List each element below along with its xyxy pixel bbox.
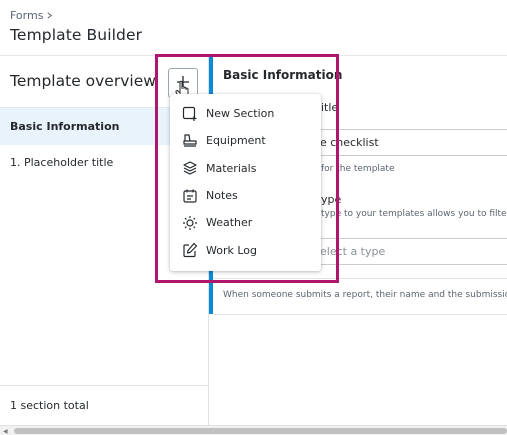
menu-item-notes[interactable]: Notes <box>170 182 321 209</box>
menu-item-weather[interactable]: Weather <box>170 209 321 236</box>
title-help-text: for the template <box>321 164 395 174</box>
section-divider <box>213 278 507 279</box>
type-field-label: ype <box>321 193 342 206</box>
weather-icon <box>182 215 198 231</box>
type-help-text: type to your templates allows you to fil… <box>321 209 507 219</box>
scroll-left-arrow-icon[interactable]: ◀ <box>3 428 8 435</box>
menu-item-materials[interactable]: Materials <box>170 155 321 182</box>
section-heading: Basic Information <box>223 68 343 82</box>
menu-item-label: Equipment <box>206 134 266 148</box>
notes-icon <box>182 188 198 204</box>
work-log-icon <box>182 242 198 258</box>
overview-title: Template overview <box>10 72 156 90</box>
section-item-label: Basic Information <box>10 120 120 133</box>
menu-item-label: Weather <box>206 216 253 230</box>
menu-item-label: Materials <box>206 161 257 175</box>
section-bottom-divider <box>213 314 507 315</box>
menu-item-label: New Section <box>206 107 275 121</box>
add-section-menu: New Section Equipment Materials Notes We… <box>170 94 321 271</box>
scrollbar-thumb[interactable] <box>14 428 507 434</box>
menu-item-equipment[interactable]: Equipment <box>170 127 321 154</box>
title-field-label: itle <box>321 101 339 114</box>
section-count-footer: 1 section total <box>0 385 208 425</box>
page-title: Template Builder <box>10 26 143 44</box>
menu-item-label: Notes <box>206 189 238 203</box>
type-select-placeholder: elect a type <box>320 245 386 258</box>
breadcrumb-forms-link[interactable]: Forms <box>10 9 43 22</box>
menu-item-work-log[interactable]: Work Log <box>170 236 321 263</box>
horizontal-scrollbar[interactable]: ◀ <box>0 425 507 435</box>
chevron-right-icon <box>47 12 53 19</box>
title-input-value: e checklist <box>320 136 379 149</box>
menu-item-new-section[interactable]: New Section <box>170 100 321 127</box>
submission-note: When someone submits a report, their nam… <box>223 290 507 300</box>
equipment-icon <box>182 133 198 149</box>
breadcrumb[interactable]: Forms <box>10 9 53 22</box>
materials-icon <box>182 160 198 176</box>
menu-item-label: Work Log <box>206 243 257 257</box>
new-section-icon <box>182 106 198 122</box>
section-item-placeholder[interactable]: 1. Placeholder title <box>10 156 113 169</box>
section-count-text: 1 section total <box>10 399 89 412</box>
